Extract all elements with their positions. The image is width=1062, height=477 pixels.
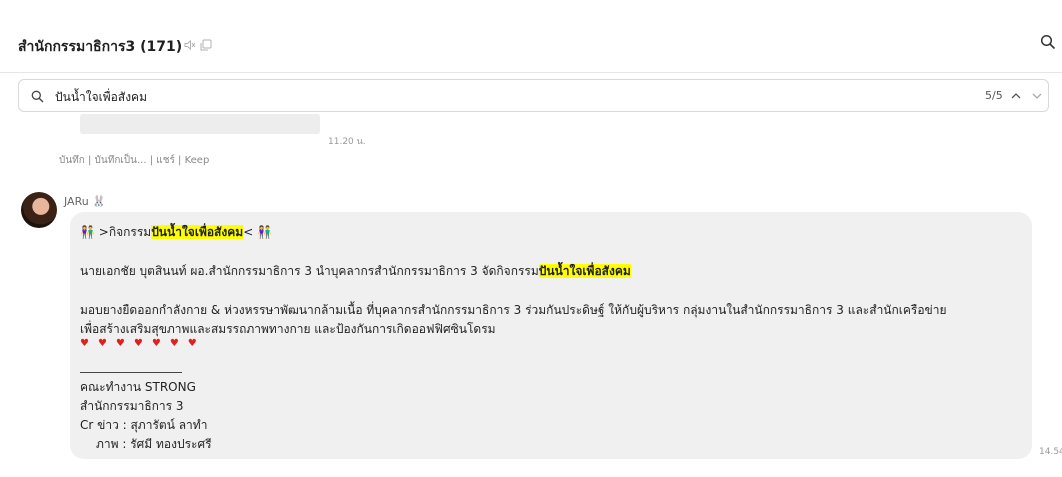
search-highlight: ปันน้ำใจเพื่อสังคม	[538, 264, 631, 278]
message-time: 14.54	[1039, 447, 1062, 457]
signature-line: สำนักกรรมาธิการ 3	[80, 399, 184, 413]
search-bar: 5/5	[18, 79, 1049, 112]
search-input[interactable]	[53, 85, 937, 109]
search-result-count: 5/5	[985, 89, 1003, 102]
mute-icon	[184, 36, 196, 55]
signature-line: Cr ข่าว : สุภารัตน์ ลาทำ	[80, 418, 208, 432]
signature-line: ภาพ : รัศมี ทองประศรี	[96, 437, 212, 451]
people-icon: 👫	[80, 225, 95, 239]
previous-message-time: 11.20 น.	[328, 137, 366, 147]
chat-title[interactable]: สำนักกรรมาธิการ3 (171)	[18, 36, 182, 58]
sender-name: JARu 🐰	[64, 195, 106, 208]
signature-divider	[80, 372, 182, 373]
people-icon: 👫	[257, 225, 273, 239]
message-bubble[interactable]: 👫 >กิจกรรมปันน้ำใจเพื่อสังคม< 👫 นายเอกชั…	[70, 212, 1032, 459]
message-line: เพื่อสร้างเสริมสุขภาพและสมรรถภาพทางกาย แ…	[80, 322, 496, 336]
copy-icon[interactable]	[200, 36, 212, 55]
avatar[interactable]	[21, 192, 57, 228]
message-title-line: 👫 >กิจกรรมปันน้ำใจเพื่อสังคม< 👫	[80, 225, 273, 239]
chevron-up-icon[interactable]	[1009, 88, 1023, 107]
previous-message-actions[interactable]: บันทึก | บันทึกเป็น... | แชร์ | Keep	[59, 153, 209, 168]
search-input-icon	[31, 88, 44, 107]
previous-message-preview[interactable]	[80, 114, 320, 134]
signature-line: คณะทำงาน STRONG	[80, 380, 196, 394]
chevron-down-icon[interactable]	[1030, 88, 1044, 107]
search-highlight: ปันน้ำใจเพื่อสังคม	[151, 225, 244, 239]
header-divider	[0, 72, 1062, 73]
search-icon[interactable]	[1040, 34, 1056, 54]
message-line: มอบยางยืดออกกำลังกาย & ห่วงหรรษาพัฒนากล้…	[80, 303, 947, 317]
heart-icons: ♥♥♥♥♥♥♥	[80, 338, 206, 349]
message-line: นายเอกชัย บุตสินนท์ ผอ.สำนักกรรมาธิการ 3…	[80, 264, 631, 278]
